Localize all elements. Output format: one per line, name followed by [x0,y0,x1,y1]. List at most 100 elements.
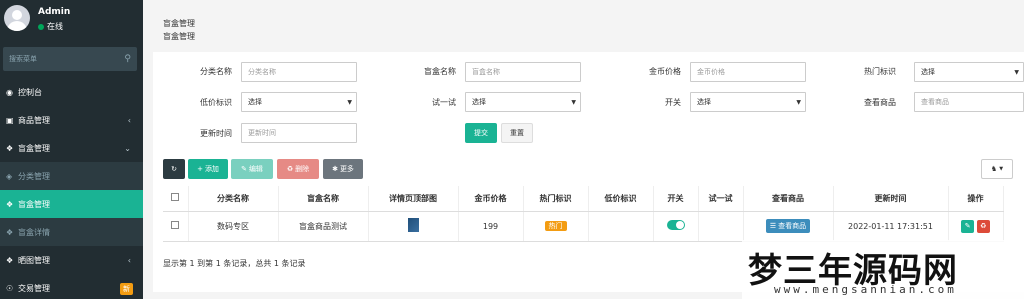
column-header[interactable]: 操作 [948,186,1004,212]
row-edit-button[interactable]: ✎ [961,219,975,233]
sidebar-item-category[interactable]: ◈ 分类管理 [0,162,143,190]
delete-button[interactable]: ♻ 删除 [277,159,319,179]
column-header[interactable]: 开关 [653,186,699,212]
sidebar-menu: ◉ 控制台 ▣ 商品管理 ‹ ❖ 盲盒管理 ⌄ ◈ 分类管理 ❖ 盲盒管理 ❖ … [0,78,143,299]
select-all-cell [163,186,189,212]
switch-label: 开关 [665,98,681,107]
sidebar-item-blindbox-list[interactable]: ❖ 盲盒管理 [0,190,143,218]
caret-down-icon: ▼ [999,166,1004,172]
column-header[interactable]: 详情页顶部图 [368,186,459,212]
row-checkbox[interactable] [171,221,180,229]
sidebar-item-blindbox-detail[interactable]: ❖ 盲盒详情 [0,218,143,246]
category-name-label: 分类名称 [200,67,232,76]
cube-icon: ▣ [6,115,14,125]
view-goods-input[interactable]: 查看商品 [914,92,1024,112]
avatar[interactable] [4,5,30,31]
gift-icon: ❖ [6,199,14,209]
page-title: 盲盒管理 [163,19,195,28]
column-header[interactable]: 更新时间 [833,186,949,212]
column-header[interactable]: 试一试 [698,186,744,212]
category-cell: 数码专区 [188,211,279,242]
hot-cell: 热门 [523,211,589,242]
submit-button[interactable]: 提交 [465,123,497,143]
reset-button[interactable]: 重置 [501,123,533,143]
sidebar-item-label: 商品管理 [18,115,50,125]
plus-icon: + [197,165,203,173]
caret-down-icon: ▼ [1014,68,1019,76]
pencil-icon: ✎ [964,221,971,230]
chevron-down-icon: ⌄ [124,143,131,153]
user-icon: ♞ [990,165,998,173]
update-time-input[interactable]: 更新时间 [241,123,357,143]
switch-cell [653,211,699,242]
detail-top-image[interactable] [407,218,419,232]
search-icon[interactable]: ⚲ [124,54,131,64]
low-cell [588,211,654,242]
sidebar-item-photo[interactable]: ❖ 晒图管理 ‹ [0,246,143,274]
chevron-left-icon: ‹ [127,115,131,125]
column-header[interactable]: 低价标识 [588,186,654,212]
try-it-select[interactable]: 选择 ▼ [465,92,581,112]
table-header-row: 分类名称 盲盒名称 详情页顶部图 金币价格 热门标识 低价标识 开关 试一试 查… [163,186,1004,212]
add-button-label: 添加 [204,165,219,173]
list-icon: ☰ [769,222,777,230]
column-header[interactable]: 金币价格 [458,186,524,212]
low-price-tag-value: 选择 [248,98,262,106]
user-status-label: 在线 [47,22,63,31]
coin-price-input[interactable]: 金币价格 [690,62,806,82]
sidebar-item-label: 分类管理 [18,171,50,181]
sidebar-search-input[interactable]: 搜索菜单 ⚲ [3,47,137,71]
view-goods-button[interactable]: ☰ 查看商品 [765,219,811,233]
coin-price-label: 金币价格 [649,67,681,76]
more-button[interactable]: ✱ 更多 [323,159,363,179]
row-delete-button[interactable]: ♻ [976,219,990,233]
category-name-input[interactable]: 分类名称 [241,62,357,82]
export-dropdown-button[interactable]: ♞ ▼ [981,159,1013,179]
user-panel: Admin 在线 [0,0,143,44]
caret-down-icon: ▼ [796,98,801,106]
table-row[interactable]: 数码专区 盲盒商品测试 199 热门 ☰ 查看商品 2022-01-11 17: [163,211,1004,242]
more-button-label: 更多 [339,165,354,173]
watermark: 梦三年源码网 www.mengsannian.com [742,240,1024,299]
watermark-url: www.mengsannian.com [774,283,957,296]
sidebar-item-blindbox[interactable]: ❖ 盲盒管理 ⌄ [0,134,143,162]
row-select-cell [163,211,189,242]
page-header: 盲盒管理 盲盒管理 [153,8,1024,52]
view-goods-cell: ☰ 查看商品 [743,211,834,242]
try-it-value: 选择 [472,98,486,106]
hot-tag-label: 热门标识 [864,67,896,76]
gift-icon: ❖ [6,255,14,265]
add-button[interactable]: + 添加 [188,159,228,179]
sidebar-item-trade[interactable]: ☉ 交易管理 新 [0,274,143,299]
sidebar-item-dashboard[interactable]: ◉ 控制台 [0,78,143,106]
user-status: 在线 [38,21,63,32]
sidebar-item-goods[interactable]: ▣ 商品管理 ‹ [0,106,143,134]
edit-button[interactable]: ✎ 编辑 [231,159,273,179]
delete-button-label: 删除 [295,165,310,173]
box-name-label: 盲盒名称 [424,67,456,76]
column-header[interactable]: 分类名称 [188,186,279,212]
column-header[interactable]: 盲盒名称 [278,186,369,212]
try-cell [698,211,744,242]
switch-value: 选择 [697,98,711,106]
price-cell: 199 [458,211,524,242]
low-price-tag-select[interactable]: 选择 ▼ [241,92,357,112]
refresh-icon: ↻ [171,165,177,173]
refresh-button[interactable]: ↻ [163,159,185,179]
sidebar: Admin 在线 搜索菜单 ⚲ ◉ 控制台 ▣ 商品管理 ‹ ❖ 盲盒管理 ⌄ … [0,0,143,299]
sidebar-item-label: 盲盒管理 [18,199,50,209]
pagination-summary: 显示第 1 到第 1 条记录，总共 1 条记录 [163,259,306,268]
hot-tag-select[interactable]: 选择 ▼ [914,62,1024,82]
pencil-icon: ✎ [241,165,247,173]
sidebar-item-label: 盲盒管理 [18,143,50,153]
enable-toggle[interactable] [666,220,685,230]
column-header[interactable]: 热门标识 [523,186,589,212]
updated-cell: 2022-01-11 17:31:51 [833,211,949,242]
box-name-input[interactable]: 盲盒名称 [465,62,581,82]
column-header[interactable]: 查看商品 [743,186,834,212]
user-name: Admin [38,7,71,17]
select-all-checkbox[interactable] [171,193,180,202]
chevron-left-icon: ‹ [127,255,131,265]
switch-select[interactable]: 选择 ▼ [690,92,806,112]
hot-badge: 热门 [544,221,567,231]
